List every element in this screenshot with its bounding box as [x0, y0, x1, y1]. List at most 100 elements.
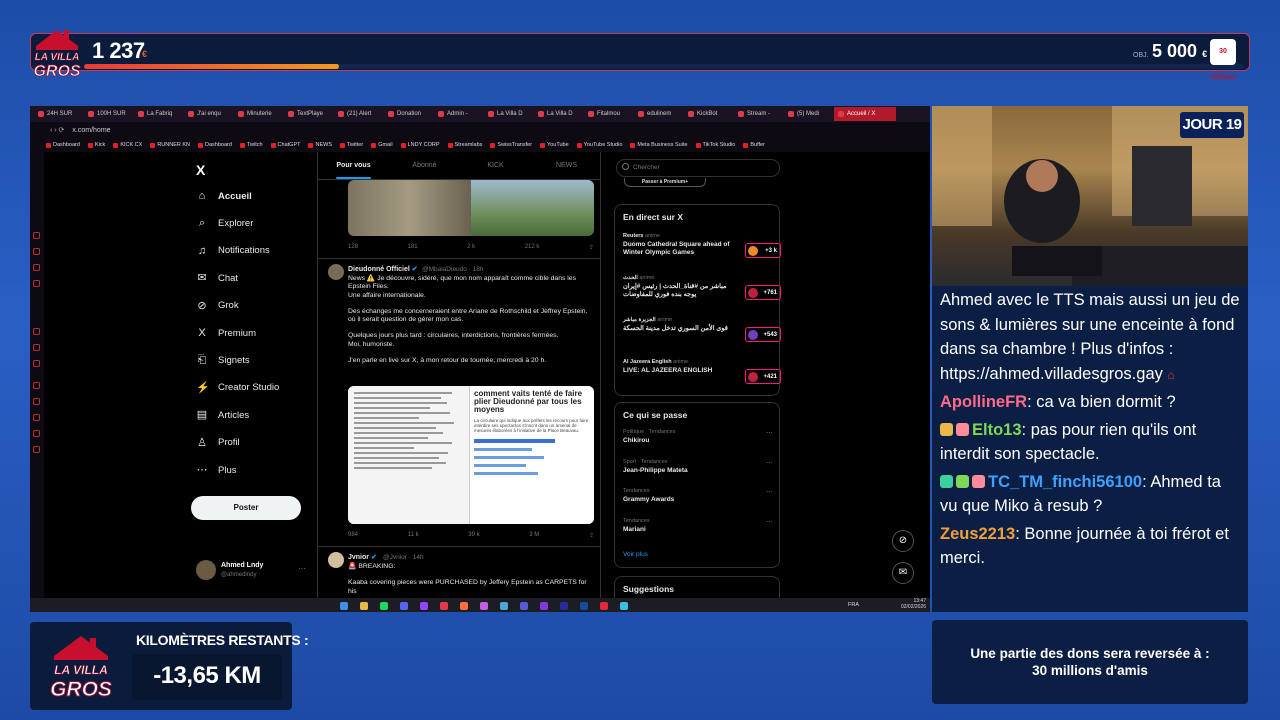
app-icon[interactable] — [500, 602, 508, 610]
photoshop-icon[interactable] — [580, 602, 588, 610]
browser-tab[interactable]: La Villa D — [534, 107, 584, 121]
trend-item[interactable]: Tendances Mariani ⋯ — [623, 518, 773, 544]
tweet-author-name[interactable]: Dieudonné Officiel — [348, 266, 410, 273]
tweet-handle[interactable]: @MbalaDieudo · 18h — [422, 266, 484, 273]
bookmark-item[interactable]: TikTok Studio — [695, 142, 735, 148]
nav-item-notifications[interactable]: ♫ Notifications — [196, 245, 270, 257]
like-count[interactable]: 39 k — [468, 532, 479, 539]
bookmark-item[interactable]: NEWS — [308, 142, 332, 148]
sidebar-app-icon[interactable] — [33, 344, 40, 351]
view-count[interactable]: 212 k — [525, 244, 540, 251]
nav-item-accueil[interactable]: ⌂ Accueil — [196, 190, 252, 202]
nav-arrows-icon[interactable]: ‹ › ⟳ — [50, 126, 64, 134]
live-listener-badge[interactable]: +3 k — [745, 243, 781, 258]
sidebar-app-icon[interactable] — [33, 360, 40, 367]
sidebar-app-icon[interactable] — [33, 248, 40, 255]
tab-abonne[interactable]: Abonné — [389, 152, 460, 179]
browser-tab[interactable]: Minuterie — [234, 107, 284, 121]
browser-tab[interactable]: Accueil / X — [834, 107, 896, 121]
sidebar-app-icon[interactable] — [33, 446, 40, 453]
bookmark-item[interactable]: Streamlabs — [447, 142, 482, 148]
bookmark-item[interactable]: Gmail — [371, 142, 393, 148]
keyboard-language[interactable]: FRA — [848, 602, 859, 608]
browser-tab[interactable]: TextPlaye — [284, 107, 334, 121]
browser-tab[interactable]: (21) Alert — [334, 107, 384, 121]
share-icon[interactable]: ⇪ — [589, 244, 594, 251]
url-text[interactable]: x.com/home — [72, 127, 110, 134]
obs-icon[interactable] — [420, 602, 428, 610]
grok-fab-icon[interactable]: ⊘ — [892, 530, 914, 552]
sidebar-app-icon[interactable] — [33, 414, 40, 421]
premium-button[interactable]: Passer à Premium+ — [624, 178, 706, 187]
sidebar-app-icon[interactable] — [33, 232, 40, 239]
bookmark-item[interactable]: RUNNER KN — [150, 142, 190, 148]
chat-username[interactable]: Zeus2213 — [940, 525, 1015, 543]
tab-kick[interactable]: KICK — [460, 152, 531, 179]
browser-tab[interactable]: 24H SUR — [34, 107, 84, 121]
live-listener-badge[interactable]: +761 — [745, 285, 781, 300]
reply-count[interactable]: 128 — [348, 244, 358, 251]
live-listener-badge[interactable]: +421 — [745, 369, 781, 384]
more-icon[interactable]: ⋯ — [298, 564, 306, 573]
bookmark-item[interactable]: Buffer — [743, 142, 765, 148]
tweet-media-document[interactable]: comment vaits tenté de faire plier Dieud… — [348, 386, 594, 524]
trend-item[interactable]: Politique · Tendances Chikirou ⋯ — [623, 429, 773, 455]
sidebar-app-icon[interactable] — [33, 398, 40, 405]
like-count[interactable]: 2 k — [467, 244, 475, 251]
firefox-icon[interactable] — [460, 602, 468, 610]
retweet-count[interactable]: 181 — [408, 244, 418, 251]
tweet-author-name[interactable]: Jvnior — [348, 554, 369, 561]
browser-tab[interactable]: (5) Medi — [784, 107, 834, 121]
profile-name[interactable]: Ahmed Lndy — [221, 562, 263, 569]
live-item[interactable]: الجزيرة مباشر anime قوى الأمن السوري تدخل… — [623, 317, 781, 355]
tweet-author[interactable]: Jvnior ✔ — [348, 553, 377, 561]
bookmark-item[interactable]: YouTube Studio — [576, 142, 622, 148]
browser-tab[interactable]: J'ai enqu — [184, 107, 234, 121]
app-icon[interactable] — [480, 602, 488, 610]
sidebar-app-icon[interactable] — [33, 328, 40, 335]
browser-url-bar[interactable]: ‹ › ⟳ x.com/home — [30, 122, 930, 138]
live-item[interactable]: Al Jazeera English anime LIVE: AL JAZEERA… — [623, 359, 781, 397]
folder-icon[interactable] — [360, 602, 368, 610]
avatar[interactable] — [328, 264, 344, 280]
x-logo[interactable]: X — [196, 162, 205, 178]
premiere-icon[interactable] — [560, 602, 568, 610]
system-clock[interactable]: 13:47 02/02/2026 — [892, 598, 926, 610]
browser-tab[interactable]: Admin - — [434, 107, 484, 121]
start-icon[interactable] — [340, 602, 348, 610]
nav-item-profil[interactable]: ♙ Profil — [196, 437, 240, 449]
tab-news[interactable]: NEWS — [531, 152, 600, 179]
more-icon[interactable]: ⋯ — [766, 518, 773, 526]
view-count[interactable]: 3 M — [529, 532, 539, 539]
bookmark-item[interactable]: ChatGPT — [270, 142, 300, 148]
chat-username[interactable]: TC_TM_finchi56100 — [988, 473, 1142, 491]
tweet-handle[interactable]: @Jvnior · 14h — [383, 554, 424, 561]
browser-tab[interactable]: La Villa D — [484, 107, 534, 121]
trend-item[interactable]: Sport · Tendances Jean-Philippe Mateta ⋯ — [623, 459, 773, 485]
app-icon[interactable] — [600, 602, 608, 610]
app-icon[interactable] — [620, 602, 628, 610]
reply-count[interactable]: 984 — [348, 532, 358, 539]
more-icon[interactable]: ⋯ — [766, 488, 773, 496]
bookmark-item[interactable]: KICK CX — [113, 142, 142, 148]
nav-item-signets[interactable]: ⎗ Signets — [196, 354, 250, 366]
app-icon[interactable] — [540, 602, 548, 610]
retweet-count[interactable]: 11 k — [408, 532, 419, 539]
see-more-link[interactable]: Voir plus — [623, 551, 648, 558]
sidebar-app-icon[interactable] — [33, 280, 40, 287]
sidebar-app-icon[interactable] — [33, 430, 40, 437]
nav-item-plus[interactable]: ⋯ Plus — [196, 464, 237, 476]
sidebar-app-icon[interactable] — [33, 264, 40, 271]
avatar[interactable] — [196, 560, 216, 580]
browser-tab[interactable]: 100H SUR — [84, 107, 134, 121]
nav-item-explorer[interactable]: ⌕ Explorer — [196, 217, 253, 229]
bookmark-item[interactable]: Dashboard — [46, 142, 80, 148]
more-icon[interactable]: ⋯ — [766, 429, 773, 437]
browser-tab[interactable]: Donation — [384, 107, 434, 121]
more-icon[interactable]: ⋯ — [766, 459, 773, 467]
spotify-icon[interactable] — [380, 602, 388, 610]
avatar[interactable] — [328, 552, 344, 568]
nav-item-articles[interactable]: ▤ Articles — [196, 409, 249, 421]
messages-fab-icon[interactable]: ✉ — [892, 562, 914, 584]
bookmark-item[interactable]: SwissTransfer — [490, 142, 532, 148]
